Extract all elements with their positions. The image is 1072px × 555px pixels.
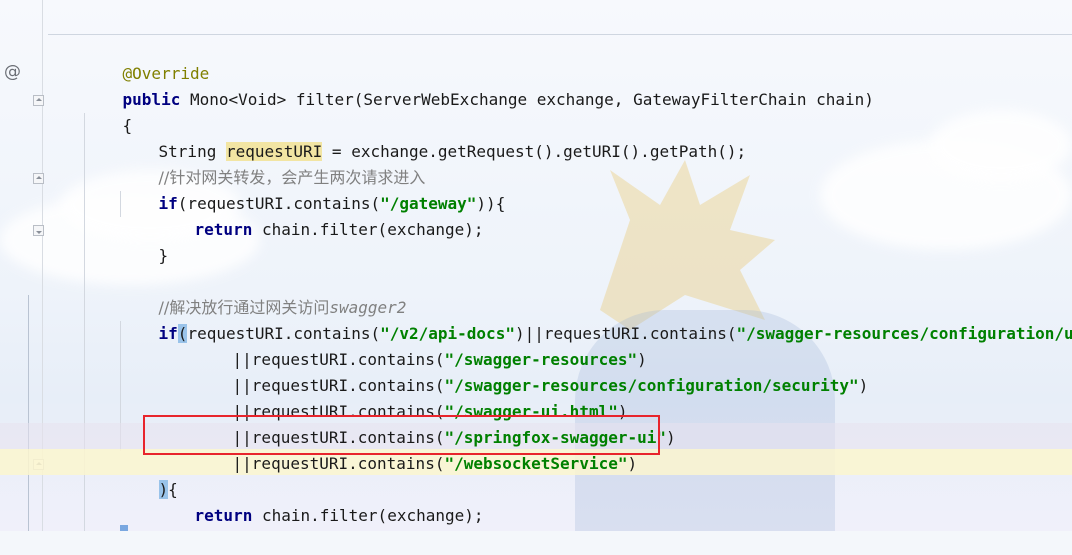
string-literal: "/websocketService": [444, 454, 628, 473]
code-line: return chain.filter(exchange);: [156, 477, 484, 525]
override-marker-icon[interactable]: @: [4, 62, 21, 82]
code-line: {: [84, 87, 133, 135]
code-text: ||requestURI.contains(: [232, 454, 445, 473]
background-cloud: [930, 110, 1072, 180]
code-text: }: [158, 246, 169, 265]
code-line: if(requestURI.contains("/gateway")){: [120, 165, 506, 213]
code-line: ||requestURI.contains("/swagger-resource…: [194, 347, 869, 395]
code-line: @Override: [84, 35, 210, 83]
code-line: }: [120, 217, 169, 265]
string-literal: "/swagger-resources/configuration/ui": [736, 324, 1072, 343]
code-text: ): [627, 454, 638, 473]
code-text: Mono<Void> filter(ServerWebExchange exch…: [180, 90, 874, 109]
keyword: return: [194, 220, 253, 239]
keyword: return: [194, 506, 253, 525]
code-line: return chain.filter(exchange);: [156, 191, 484, 239]
code-line: //解决放行通过网关访问swagger2: [120, 269, 407, 317]
scope-guide: [28, 295, 29, 531]
code-text: chain.filter(exchange);: [252, 506, 484, 525]
scroll-marker: [120, 525, 128, 531]
code-line: //针对网关转发，会产生两次请求进入: [120, 139, 426, 187]
code-text: ): [858, 376, 869, 395]
code-line: public Mono<Void> filter(ServerWebExchan…: [84, 61, 874, 109]
code-line: String requestURI = exchange.getRequest(…: [120, 113, 746, 161]
code-line: ||requestURI.contains("/swagger-ui.html"…: [194, 373, 628, 421]
matched-brace: (: [177, 324, 188, 343]
fold-toggle-icon[interactable]: [33, 173, 44, 184]
code-text: chain.filter(exchange);: [252, 220, 484, 239]
keyword: if: [158, 324, 178, 343]
fold-toggle-icon[interactable]: [33, 95, 44, 106]
code-text: ): [666, 428, 676, 447]
code-line: if(requestURI.contains("/v2/api-docs")||…: [120, 295, 1072, 343]
fold-toggle-icon[interactable]: [33, 225, 44, 236]
annotation-highlight-box: [143, 415, 660, 455]
code-line: ||requestURI.contains("/swagger-resource…: [194, 321, 647, 369]
